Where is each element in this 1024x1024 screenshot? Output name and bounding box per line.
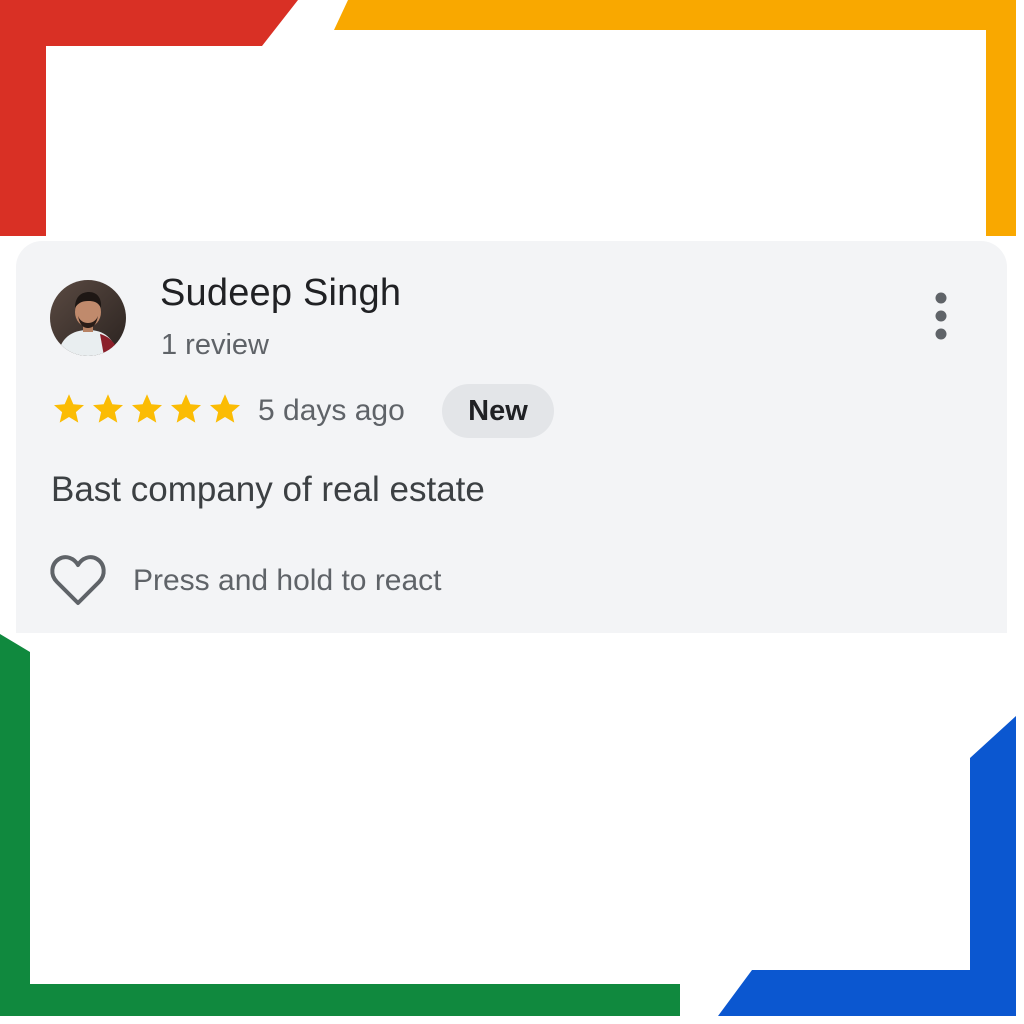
heart-outline-icon: [50, 555, 106, 605]
star-icon: [54, 394, 84, 423]
frame-blue-corner: [718, 716, 1016, 1016]
star-icon: [132, 394, 162, 423]
more-options-button[interactable]: [922, 289, 960, 345]
reviewer-avatar[interactable]: [50, 280, 126, 356]
avatar-photo: [50, 280, 126, 356]
star-icon: [210, 394, 240, 423]
star-icon: [93, 394, 123, 423]
reviewer-name[interactable]: Sudeep Singh: [160, 272, 401, 315]
frame-yellow-corner: [334, 0, 1016, 236]
star-icon: [171, 394, 201, 423]
react-button[interactable]: [48, 553, 108, 609]
star-rating: [51, 391, 243, 427]
review-card: Sudeep Singh 1 review 5 days ago New Bas…: [16, 241, 1007, 633]
frame-red-corner: [0, 0, 298, 236]
more-vert-icon: [935, 292, 947, 340]
react-hint: Press and hold to react: [133, 564, 442, 597]
review-date: 5 days ago: [258, 394, 405, 427]
frame-green-corner: [0, 634, 680, 1016]
new-badge: New: [442, 384, 554, 438]
review-text: Bast company of real estate: [51, 470, 485, 509]
review-count[interactable]: 1 review: [161, 329, 269, 362]
